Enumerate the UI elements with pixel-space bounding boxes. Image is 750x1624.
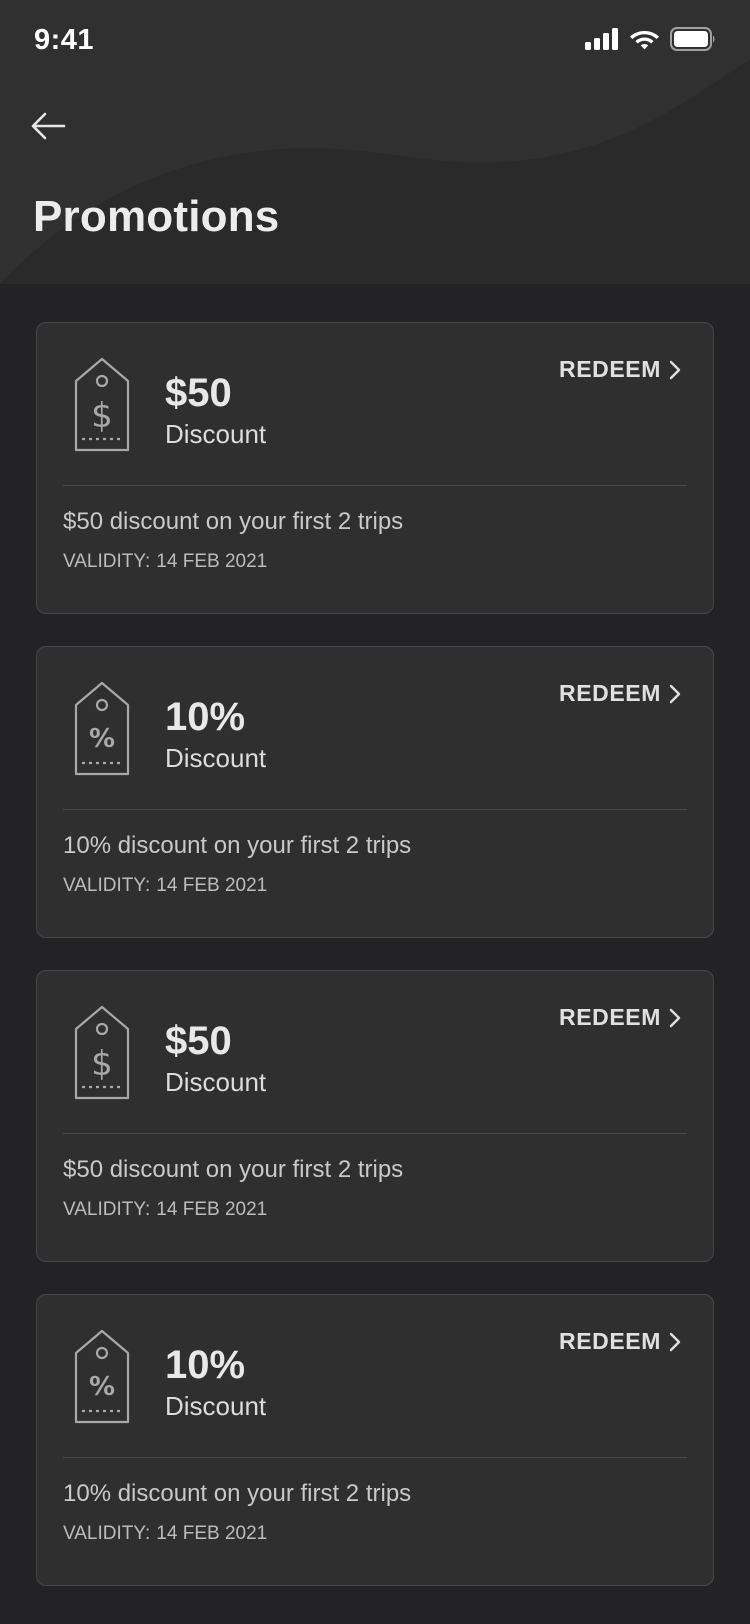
svg-text:$: $ <box>91 396 113 436</box>
redeem-button[interactable]: REDEEM <box>559 1328 681 1355</box>
price-tag-percent-icon: % <box>74 1329 130 1424</box>
arrow-left-icon <box>31 112 66 140</box>
card-divider <box>63 485 687 486</box>
promotion-card: % 10% Discount REDEEM 10% discount on yo… <box>36 646 714 938</box>
svg-text:%: % <box>89 724 115 754</box>
validity-label: VALIDITY: <box>63 551 151 572</box>
redeem-button[interactable]: REDEEM <box>559 680 681 707</box>
chevron-right-icon <box>669 360 681 379</box>
promotion-type: Discount <box>165 419 267 449</box>
validity-label: VALIDITY: <box>63 1523 151 1544</box>
validity-date: 14 FEB 2021 <box>156 875 268 896</box>
promotion-validity: VALIDITY: 14 FEB 2021 <box>63 876 267 895</box>
promotion-amount: 10% <box>165 1343 246 1387</box>
promotion-card: $ $50 Discount REDEEM $50 discount on yo… <box>36 322 714 614</box>
redeem-button[interactable]: REDEEM <box>559 1004 681 1031</box>
redeem-label: REDEEM <box>558 680 661 706</box>
wifi-icon <box>630 31 659 50</box>
promotion-card: % 10% Discount REDEEM 10% discount on yo… <box>36 1294 714 1586</box>
promotion-description: 10% discount on your first 2 trips <box>63 1480 412 1507</box>
back-button[interactable] <box>26 106 70 146</box>
promotions-list: $ $50 Discount REDEEM $50 discount on yo… <box>36 322 714 1618</box>
cellular-signal-icon <box>585 28 618 50</box>
card-divider <box>63 1133 687 1134</box>
promotion-card: $ $50 Discount REDEEM $50 discount on yo… <box>36 970 714 1262</box>
chevron-right-icon <box>669 684 681 703</box>
promotion-validity: VALIDITY: 14 FEB 2021 <box>63 552 267 571</box>
status-bar: 9:41 <box>0 0 750 88</box>
chevron-right-icon <box>669 1008 681 1027</box>
validity-label: VALIDITY: <box>63 875 151 896</box>
promotion-amount: $50 <box>165 1019 232 1063</box>
promotion-type: Discount <box>165 743 267 773</box>
promotion-description: 10% discount on your first 2 trips <box>63 832 412 859</box>
svg-text:%: % <box>89 1372 115 1402</box>
validity-label: VALIDITY: <box>63 1199 151 1220</box>
promotion-description: $50 discount on your first 2 trips <box>63 508 404 535</box>
redeem-button[interactable]: REDEEM <box>559 356 681 383</box>
redeem-label: REDEEM <box>558 1004 661 1030</box>
header: 9:41 Promotions <box>0 0 750 284</box>
page-title: Promotions <box>33 192 280 241</box>
price-tag-percent-icon: % <box>74 681 130 776</box>
promotion-description: $50 discount on your first 2 trips <box>63 1156 404 1183</box>
price-tag-dollar-icon: $ <box>74 357 130 452</box>
promotion-amount: 10% <box>165 695 246 739</box>
battery-icon <box>670 27 715 51</box>
promotion-validity: VALIDITY: 14 FEB 2021 <box>63 1524 267 1543</box>
redeem-label: REDEEM <box>558 356 661 382</box>
validity-date: 14 FEB 2021 <box>156 551 268 572</box>
status-icons <box>585 26 716 52</box>
promotion-type: Discount <box>165 1391 267 1421</box>
promotion-validity: VALIDITY: 14 FEB 2021 <box>63 1200 267 1219</box>
validity-date: 14 FEB 2021 <box>156 1523 268 1544</box>
status-time: 9:41 <box>34 24 95 56</box>
price-tag-dollar-icon: $ <box>74 1005 130 1100</box>
chevron-right-icon <box>669 1332 681 1351</box>
promotion-amount: $50 <box>165 371 232 415</box>
card-divider <box>63 1457 687 1458</box>
svg-text:$: $ <box>91 1044 113 1084</box>
redeem-label: REDEEM <box>558 1328 661 1354</box>
validity-date: 14 FEB 2021 <box>156 1199 268 1220</box>
promotion-type: Discount <box>165 1067 267 1097</box>
card-divider <box>63 809 687 810</box>
